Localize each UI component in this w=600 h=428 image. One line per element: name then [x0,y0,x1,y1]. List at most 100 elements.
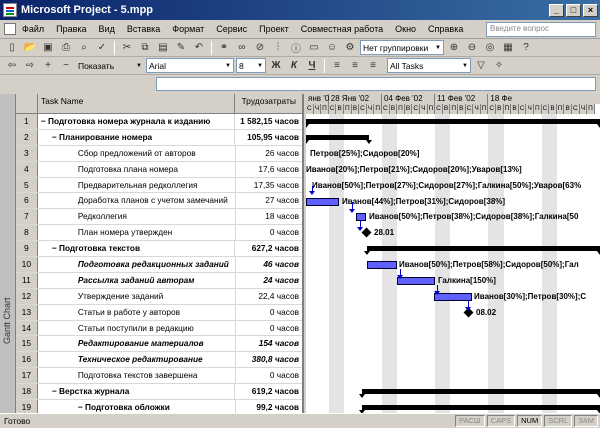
milestone[interactable] [361,227,372,238]
work-cell[interactable]: 0 часов [236,368,302,383]
task-name-cell[interactable]: − Подготовка текстов [38,241,236,257]
undo-icon[interactable]: ↶ [191,40,207,56]
task-name-cell[interactable]: Утверждение заданий [38,288,236,304]
task-name-header[interactable]: Task Name [38,94,236,113]
row-number[interactable]: 8 [16,225,38,241]
task-name-cell[interactable]: Редколлегия [38,209,236,225]
link-icon[interactable]: ∞ [234,40,250,56]
task-name-cell[interactable]: − Верстка журнала [38,384,236,400]
row-number[interactable]: 13 [16,304,38,320]
copy-icon[interactable]: ⧉ [137,40,153,56]
italic-button[interactable]: К [286,58,302,74]
task-name-cell[interactable]: − Подготовка номера журнала к изданию [38,114,236,129]
work-cell[interactable]: 24 часов [236,273,302,288]
work-cell[interactable]: 26 часов [236,146,302,161]
row-number[interactable]: 9 [16,241,38,257]
task-name-cell[interactable]: − Планирование номера [38,129,236,145]
task-name-cell[interactable]: Подготовка редакционных заданий [38,257,236,272]
minus-icon[interactable]: − [58,58,74,74]
plus-icon[interactable]: + [40,58,56,74]
autofilter-icon[interactable]: ▽ [473,58,489,74]
task-name-cell[interactable]: Сбор предложений от авторов [38,145,236,161]
table-row[interactable]: 10 Подготовка редакционных заданий 46 часо… [16,257,302,273]
table-row[interactable]: 19− Подготовка обложки 99,2 часов [16,400,302,413]
work-cell[interactable]: 627,2 часов [235,241,302,256]
task-name-cell[interactable]: Статьи в работе у авторов [38,304,236,320]
table-row[interactable]: 8 План номера утвержден 0 часов [16,225,302,242]
task-name-cell[interactable]: Подготовка плана номера [38,161,236,177]
task-name-cell[interactable]: Техническое редактирование [38,352,236,368]
work-cell[interactable]: 619,2 часов [235,384,302,399]
work-cell[interactable]: 380,8 часов [236,352,302,367]
save-icon[interactable]: ▣ [40,40,56,56]
work-cell[interactable]: 18 часов [236,209,302,224]
table-row[interactable]: 14 Статьи поступили в редакцию 0 часов [16,320,302,337]
row-number[interactable]: 15 [16,336,38,352]
new-icon[interactable]: ▯ [4,40,20,56]
table-row[interactable]: 5 Предварительная редколлегия 17,35 часов [16,177,302,194]
row-number[interactable]: 2 [16,129,38,145]
row-number[interactable]: 16 [16,352,38,368]
row-number[interactable]: 18 [16,384,38,400]
work-cell[interactable]: 0 часов [236,321,302,336]
table-row[interactable]: 18− Верстка журнала 619,2 часов [16,384,302,401]
menu-format[interactable]: Формат [166,24,210,34]
table-row[interactable]: 13 Статьи в работе у авторов 0 часов [16,304,302,321]
row-number[interactable]: 6 [16,193,38,209]
task-bar[interactable] [306,197,339,206]
arrow-right-icon[interactable]: ⇨ [22,58,38,74]
underline-button[interactable]: Ч [304,58,320,74]
goto-task-icon[interactable]: ◎ [482,40,498,56]
table-row[interactable]: 17 Подготовка текстов завершена 0 часов [16,368,302,385]
document-icon[interactable] [4,23,16,35]
menu-insert[interactable]: Вставка [121,24,166,34]
row-number[interactable]: 11 [16,272,38,288]
row-number[interactable]: 19 [16,400,38,413]
summary-bar[interactable] [364,246,600,256]
maximize-button[interactable]: □ [566,3,581,17]
menu-file[interactable]: Файл [16,24,50,34]
work-cell[interactable]: 99,2 часов [236,400,302,413]
publish-icon[interactable]: ⚙ [342,40,358,56]
table-row[interactable]: 11 Рассылка заданий авторам 24 часов [16,272,302,289]
cut-icon[interactable]: ✂ [119,40,135,56]
row-number[interactable]: 17 [16,368,38,384]
table-row[interactable]: 4 Подготовка плана номера 17,6 часов [16,161,302,178]
table-row[interactable]: 2− Планирование номера 105,95 часов [16,129,302,146]
table-row[interactable]: 3 Сбор предложений от авторов 26 часов [16,145,302,162]
task-bar[interactable] [367,261,397,270]
task-name-cell[interactable]: Доработка планов с учетом замечаний [38,193,236,209]
table-row[interactable]: 9− Подготовка текстов 627,2 часов [16,241,302,258]
task-name-cell[interactable]: Редактирование материалов [38,336,236,352]
table-row[interactable]: 12 Утверждение заданий 22,4 часов [16,288,302,305]
row-number[interactable]: 12 [16,288,38,304]
table-row[interactable]: 7 Редколлегия 18 часов [16,209,302,226]
work-cell[interactable]: 27 часов [236,193,302,208]
bold-button[interactable]: Ж [268,58,284,74]
row-number[interactable]: 3 [16,145,38,161]
format-painter-icon[interactable]: ✎ [173,40,189,56]
show-menu[interactable]: Показать ▼ [76,58,144,73]
row-number[interactable]: 1 [16,114,38,129]
ask-question-input[interactable]: Введите вопрос [486,21,596,37]
assign-resources-icon[interactable]: ☺ [324,40,340,56]
work-cell[interactable]: 22,4 часов [236,289,302,304]
task-name-cell[interactable]: Подготовка текстов завершена [38,368,236,384]
arrow-left-icon[interactable]: ⇦ [4,58,20,74]
help-icon[interactable]: ? [518,40,534,56]
paste-icon[interactable]: ▤ [155,40,171,56]
preview-icon[interactable]: ⌕ [76,40,92,56]
row-number[interactable]: 4 [16,161,38,177]
align-right-icon[interactable]: ≡ [365,58,381,74]
row-number[interactable]: 5 [16,177,38,193]
work-cell[interactable]: 17,35 часов [236,178,302,193]
row-number-header[interactable] [16,94,38,113]
table-row[interactable]: 1− Подготовка номера журнала к изданию 1 … [16,114,302,130]
grouping-select[interactable]: Нет группировки ▼ [360,40,444,55]
zoom-out-icon[interactable]: ⊖ [464,40,480,56]
hyperlink-icon[interactable]: ⚭ [216,40,232,56]
task-name-cell[interactable]: Предварительная редколлегия [38,177,236,193]
menu-tools[interactable]: Сервис [210,24,253,34]
task-name-cell[interactable]: − Подготовка обложки [38,400,236,413]
summary-bar[interactable] [359,389,600,399]
